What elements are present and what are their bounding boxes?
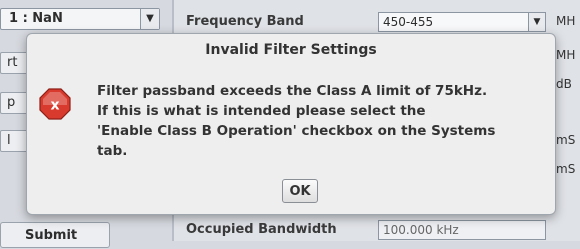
- frequency-band-select[interactable]: 450-455 ▼: [378, 12, 546, 32]
- chevron-down-icon[interactable]: ▼: [140, 9, 159, 29]
- occupied-bandwidth-field: 100.000 kHz: [378, 220, 546, 240]
- dialog-title: Invalid Filter Settings: [205, 42, 377, 58]
- message-line: tab.: [97, 143, 128, 159]
- dialog-message: Filter passband exceeds the Class A limi…: [97, 81, 547, 161]
- ok-button[interactable]: OK: [282, 179, 318, 203]
- svg-text:x: x: [50, 98, 59, 114]
- frequency-band-label: Frequency Band: [186, 14, 304, 29]
- unit-label-5: mS: [556, 162, 576, 176]
- unit-label-4: mS: [556, 133, 576, 147]
- channel-combo-value: 1 : NaN: [9, 11, 63, 26]
- submit-button[interactable]: Submit: [0, 222, 110, 248]
- chevron-down-icon[interactable]: ▼: [528, 13, 545, 31]
- channel-combo[interactable]: 1 : NaN ▼: [0, 8, 160, 30]
- error-dialog: Invalid Filter Settings x Filter passban…: [26, 33, 556, 215]
- unit-label-3: dB: [556, 77, 572, 91]
- occupied-bandwidth-label: Occupied Bandwidth: [186, 222, 337, 237]
- frequency-unit: MH: [556, 14, 576, 28]
- unit-label-2: MH: [556, 48, 576, 62]
- error-x-icon: x: [39, 88, 71, 120]
- message-line: Filter passband exceeds the Class A limi…: [97, 83, 488, 99]
- frequency-band-value: 450-455: [383, 15, 434, 29]
- message-line: If this is what is intended please selec…: [97, 103, 426, 119]
- message-line: 'Enable Class B Operation' checkbox on t…: [97, 123, 496, 139]
